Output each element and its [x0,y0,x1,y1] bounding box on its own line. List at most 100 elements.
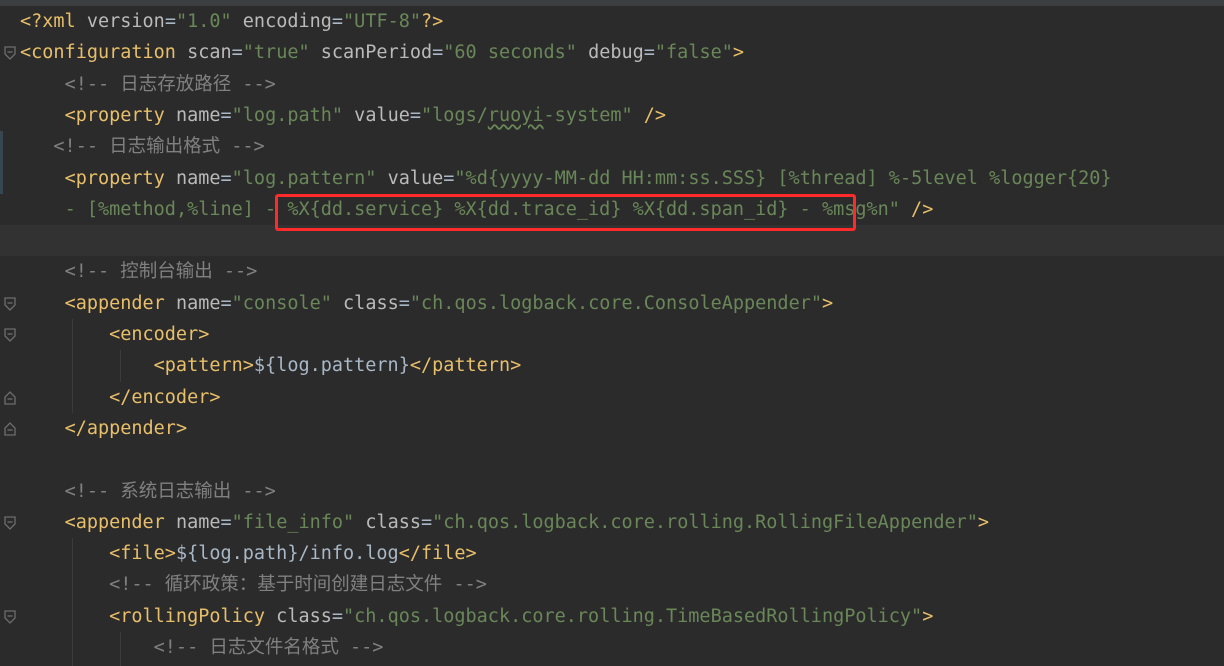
token-tag: > [977,511,990,533]
code-line[interactable]: <!-- 日志输出格式 --> [0,131,265,162]
token-cmt: <!-- 循环政策：基于时间创建日志文件 --> [109,574,487,596]
token-attr: class [354,511,422,533]
token-tag: > [732,42,745,64]
token-attr: name [164,104,221,126]
token-txt: = [220,104,232,126]
token-txt: = [231,42,243,64]
token-tag: <property [64,167,165,189]
fold-collapse-icon[interactable] [4,421,16,436]
token-attr: name [164,511,221,533]
token-val: "%d{yyyy-MM-dd HH:mm:ss.SSS} [%thread] %… [454,167,1112,189]
token-tag: <pattern> [153,355,254,377]
code-line[interactable]: <!-- 系统日志输出 --> [0,476,276,507]
code-line[interactable]: <encoder> [0,319,209,350]
token-attr: encoding [231,11,332,32]
token-val: "60 seconds" [443,42,577,64]
code-line[interactable] [0,444,20,475]
code-line[interactable]: <pattern>${log.pattern}</pattern> [0,350,522,381]
token-tag: <rollingPolicy [109,605,266,627]
code-line[interactable]: <configuration scan="true" scanPeriod="6… [0,37,744,68]
indent-guide [120,350,121,382]
code-line[interactable]: <!-- 日志存放路径 --> [0,69,276,100]
code-line[interactable]: <property name="log.pattern" value="%d{y… [0,163,1112,194]
token-attr: debug [576,42,644,64]
token-attr: name [164,292,221,314]
token-attr: version [75,11,165,32]
token-val: "logs/ [421,104,488,126]
change-marker[interactable] [0,131,3,194]
token-txt: = [643,42,655,64]
token-val: "ch.qos.logback.core.ConsoleAppender" [409,292,822,314]
token-tag: <appender [64,292,165,314]
token-txt: = [432,42,444,64]
token-txt: = [421,511,433,533]
token-txt: = [220,292,232,314]
token-txt: ${log.path}/info.log [175,543,399,565]
token-tag: xml [42,11,76,32]
token-tag: <property [64,104,165,126]
code-editor[interactable]: <?xml version="1.0" encoding="UTF-8"?> <c… [0,0,1224,666]
code-line[interactable]: <appender name="file_info" class="ch.qos… [0,507,990,538]
token-tag: </appender> [64,417,188,439]
token-attr: value [376,167,444,189]
token-tag: <configuration [20,42,176,64]
indent-guide [72,319,73,413]
token-cmt: <!-- 系统日志输出 --> [64,480,276,502]
code-line[interactable]: <appender name="console" class="ch.qos.l… [0,288,834,319]
fold-expand-icon[interactable] [4,610,16,624]
token-cmt: <!-- 日志存放路径 --> [64,73,276,95]
token-val: -system" [543,104,633,126]
token-valtypo: ruoyi [487,104,544,126]
code-line[interactable]: </encoder> [0,382,220,413]
token-cmt: <!-- 日志输出格式 --> [53,136,265,158]
token-txt: ${log.pattern} [253,355,410,377]
token-cmt: <!-- 控制台输出 --> [64,261,258,283]
code-line[interactable]: </appender> [0,413,188,444]
fold-expand-icon[interactable] [4,328,16,342]
token-attr: class [331,292,399,314]
code-line[interactable]: <!-- 控制台输出 --> [0,256,258,287]
token-val: "console" [231,292,332,314]
token-val: "UTF-8" [343,11,422,32]
token-txt: = [443,167,455,189]
token-val: "true" [242,42,310,64]
token-val: "1.0" [175,11,232,32]
token-tag: </file> [398,543,477,565]
token-txt: = [220,167,232,189]
fold-expand-icon[interactable] [4,297,16,311]
token-tag: /> [899,198,934,220]
token-tag: > [922,605,934,627]
token-val: "file_info" [231,511,355,533]
token-val: "false" [654,42,733,64]
token-val: "ch.qos.logback.core.rolling.TimeBasedRo… [343,605,923,627]
fold-expand-icon[interactable] [4,516,16,530]
fold-expand-icon[interactable] [4,46,16,61]
code-line[interactable]: <!-- 循环政策：基于时间创建日志文件 --> [0,569,487,600]
indent-guide [120,632,121,666]
token-attr: scan [175,42,232,64]
token-txt: = [331,11,344,32]
fold-collapse-icon[interactable] [4,390,16,405]
code-line[interactable]: <!-- 日志文件名格式 --> [0,632,384,663]
token-attr: scanPeriod [309,42,433,64]
code-line[interactable]: <rollingPolicy class="ch.qos.logback.cor… [0,601,933,632]
highlight-annotation-box [275,194,856,231]
token-txt: = [331,605,344,627]
token-txt: = [409,104,422,126]
token-txt: = [220,511,232,533]
token-val: "log.path" [231,104,344,126]
code-line[interactable]: <property name="log.path" value="logs/ru… [0,100,667,131]
code-line[interactable]: <?xml version="1.0" encoding="UTF-8"?> [0,6,443,37]
